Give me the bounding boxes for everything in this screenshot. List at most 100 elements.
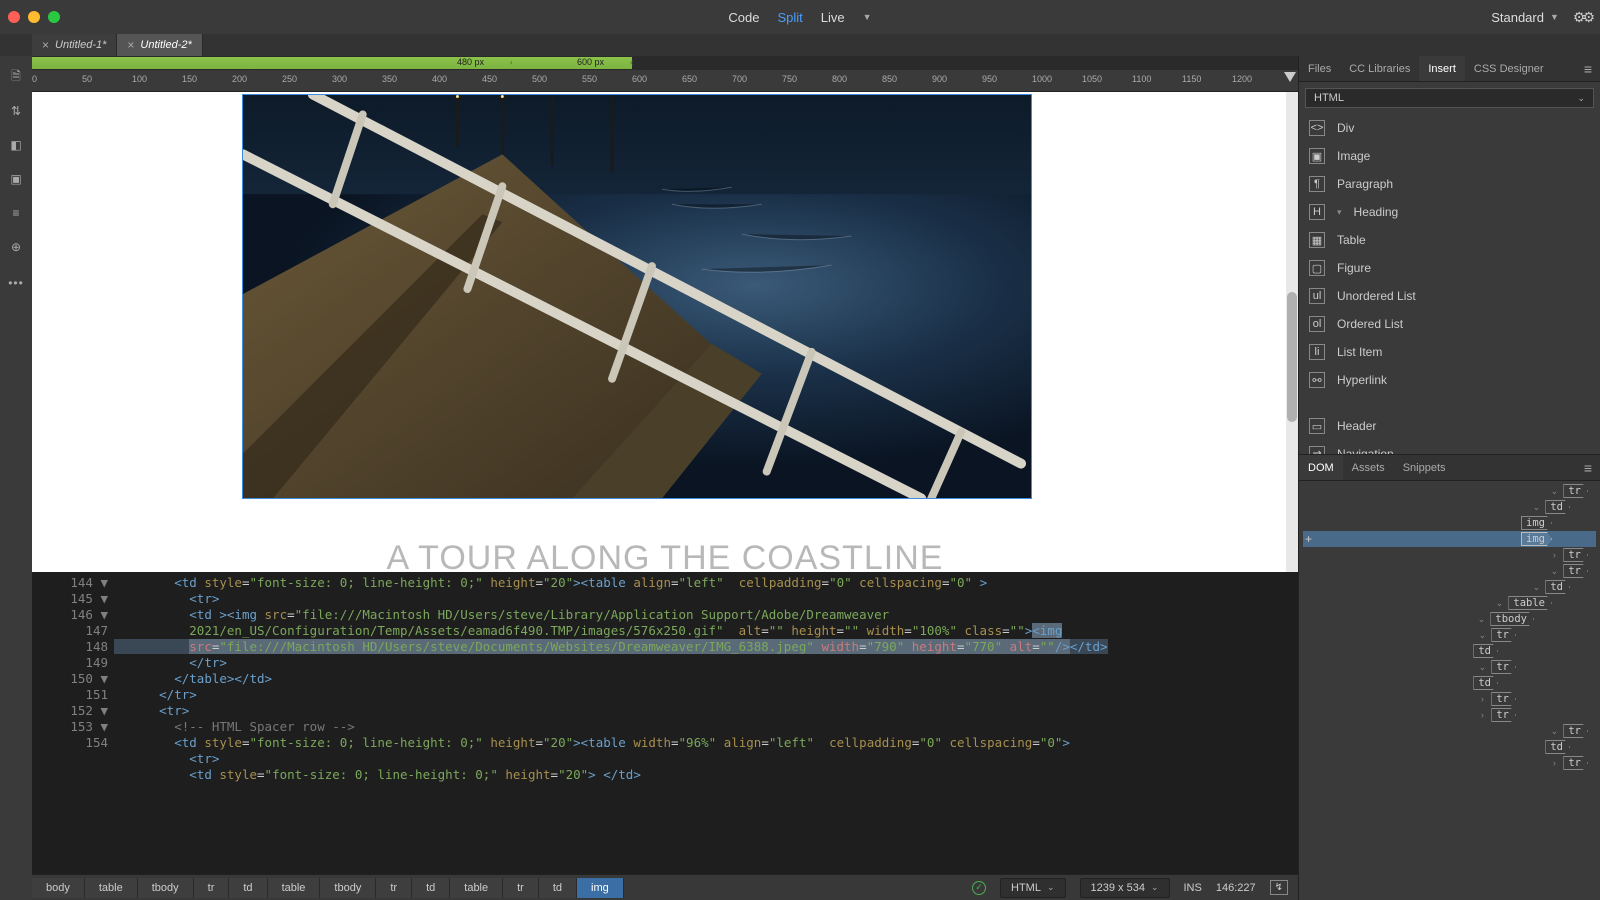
media-query-bar[interactable]: ‹‹‹‹ 480 px ‹‹‹‹ 600 px bbox=[32, 56, 1298, 70]
tag-path-chip[interactable]: td bbox=[229, 878, 267, 898]
panel-tab-snippets[interactable]: Snippets bbox=[1394, 455, 1455, 480]
panel-menu-icon[interactable]: ≡ bbox=[1576, 61, 1600, 77]
media-query-breakpoint[interactable]: ‹‹‹‹ 480 px bbox=[32, 57, 512, 69]
panel-tab-css-designer[interactable]: CSS Designer bbox=[1465, 56, 1553, 81]
tag-path-chip[interactable]: td bbox=[539, 878, 577, 898]
dom-tree-row[interactable]: ⌄table bbox=[1303, 595, 1596, 611]
expand-arrow-icon[interactable]: ⌄ bbox=[1549, 486, 1559, 497]
dom-tree-row[interactable]: ⌄tr bbox=[1303, 659, 1596, 675]
document-tab[interactable]: × Untitled-2* bbox=[117, 34, 202, 56]
expand-arrow-icon[interactable]: ⌄ bbox=[1494, 598, 1504, 609]
ruler[interactable]: 0501001502002503003504004505005506006507… bbox=[32, 70, 1298, 92]
settings-sliders-icon[interactable]: ⇅ bbox=[7, 102, 25, 120]
close-window-icon[interactable] bbox=[8, 11, 20, 23]
expand-arrow-icon[interactable]: ⌄ bbox=[1549, 726, 1559, 737]
chevron-down-icon[interactable]: ▼ bbox=[863, 12, 872, 22]
expand-arrow-icon[interactable]: ⌄ bbox=[1531, 582, 1541, 593]
dom-tree-row[interactable]: td bbox=[1303, 643, 1596, 659]
close-icon[interactable]: × bbox=[42, 38, 49, 52]
dom-tree-row[interactable]: img bbox=[1303, 515, 1596, 531]
expand-arrow-icon[interactable]: › bbox=[1477, 694, 1487, 704]
dom-tree-row[interactable]: ⌄tr bbox=[1303, 563, 1596, 579]
dom-tree-row[interactable]: ›tr bbox=[1303, 691, 1596, 707]
toggle-icon[interactable]: ◧ bbox=[7, 136, 25, 154]
insert-item[interactable]: ⇄Navigation bbox=[1299, 440, 1600, 454]
insert-item[interactable]: olOrdered List bbox=[1299, 310, 1600, 338]
dom-tree-row[interactable]: ⌄tr bbox=[1303, 627, 1596, 643]
tag-path-chip[interactable]: img bbox=[577, 878, 624, 898]
minimize-window-icon[interactable] bbox=[28, 11, 40, 23]
dom-tree-row[interactable]: ›tr bbox=[1303, 707, 1596, 723]
document-tab[interactable]: × Untitled-1* bbox=[32, 34, 117, 56]
file-icon[interactable]: 🗎 bbox=[7, 68, 25, 86]
insert-item[interactable]: liList Item bbox=[1299, 338, 1600, 366]
media-query-breakpoint[interactable]: ‹‹‹‹ 600 px bbox=[512, 57, 632, 69]
insert-item[interactable]: ▦Table bbox=[1299, 226, 1600, 254]
more-icon[interactable]: ••• bbox=[8, 276, 24, 290]
dom-tree-row[interactable]: ›tr bbox=[1303, 755, 1596, 771]
code-content[interactable]: <td style="font-size: 0; line-height: 0;… bbox=[32, 572, 1298, 783]
close-icon[interactable]: × bbox=[127, 38, 134, 52]
language-selector[interactable]: HTML ⌄ bbox=[1000, 878, 1066, 898]
tag-path-chip[interactable]: tr bbox=[503, 878, 539, 898]
code-editor[interactable]: 144 ▼145 ▼146 ▼ 147 148 149 150 ▼151 152… bbox=[32, 572, 1298, 874]
maximize-window-icon[interactable] bbox=[48, 11, 60, 23]
panel-tab-assets[interactable]: Assets bbox=[1343, 455, 1394, 480]
preview-icon[interactable]: ↯ bbox=[1270, 880, 1288, 895]
tag-path-chip[interactable]: tr bbox=[376, 878, 412, 898]
inspect-icon[interactable]: ▣ bbox=[7, 170, 25, 188]
tag-path-chip[interactable]: body bbox=[32, 878, 85, 898]
tag-path-chip[interactable]: table bbox=[450, 878, 503, 898]
expand-arrow-icon[interactable]: ⌄ bbox=[1477, 630, 1487, 641]
target-icon[interactable]: ⊕ bbox=[7, 238, 25, 256]
dom-tree-row[interactable]: ⌄tr bbox=[1303, 723, 1596, 739]
insert-item[interactable]: H▾Heading bbox=[1299, 198, 1600, 226]
hero-image[interactable] bbox=[242, 94, 1032, 499]
insert-item[interactable]: ¶Paragraph bbox=[1299, 170, 1600, 198]
scrollbar-thumb[interactable] bbox=[1287, 292, 1297, 422]
live-preview-canvas[interactable]: A TOUR ALONG THE COASTLINE WHERE WILL YO… bbox=[32, 92, 1298, 572]
expand-arrow-icon[interactable]: › bbox=[1549, 550, 1559, 560]
panel-tab-dom[interactable]: DOM bbox=[1299, 455, 1343, 480]
insert-item[interactable]: ▢Figure bbox=[1299, 254, 1600, 282]
insert-category-select[interactable]: HTML ⌄ bbox=[1305, 88, 1594, 108]
dom-tree[interactable]: ⌄tr⌄tdimg+img›tr⌄tr⌄td⌄table⌄tbody⌄trtd⌄… bbox=[1299, 481, 1600, 900]
list-icon[interactable]: ≡ bbox=[7, 204, 25, 222]
panel-tab-files[interactable]: Files bbox=[1299, 56, 1340, 81]
dom-tree-row[interactable]: ⌄td bbox=[1303, 579, 1596, 595]
expand-arrow-icon[interactable]: ⌄ bbox=[1477, 662, 1487, 673]
dom-tree-row[interactable]: +img bbox=[1303, 531, 1596, 547]
dom-tree-row[interactable]: ⌄tr bbox=[1303, 483, 1596, 499]
expand-arrow-icon[interactable]: ⌄ bbox=[1549, 566, 1559, 577]
viewport-size[interactable]: 1239 x 534 ⌄ bbox=[1080, 878, 1170, 898]
tag-path-chip[interactable]: table bbox=[268, 878, 321, 898]
expand-arrow-icon[interactable]: › bbox=[1477, 710, 1487, 720]
tag-path-chip[interactable]: td bbox=[412, 878, 450, 898]
add-element-icon[interactable]: + bbox=[1305, 532, 1319, 546]
dom-tree-row[interactable]: td bbox=[1303, 739, 1596, 755]
dom-tree-row[interactable]: td bbox=[1303, 675, 1596, 691]
view-mode-live[interactable]: Live bbox=[821, 10, 845, 25]
tag-path-chip[interactable]: tbody bbox=[320, 878, 376, 898]
validation-ok-icon[interactable]: ✓ bbox=[972, 881, 986, 895]
insert-item[interactable]: ▣Image bbox=[1299, 142, 1600, 170]
panel-menu-icon[interactable]: ≡ bbox=[1576, 460, 1600, 476]
panel-tab-cc-libraries[interactable]: CC Libraries bbox=[1340, 56, 1419, 81]
tag-path-chip[interactable]: tr bbox=[194, 878, 230, 898]
settings-icon[interactable]: ⚙⚙ bbox=[1573, 9, 1592, 26]
workspace-selector[interactable]: Standard ▼ bbox=[1491, 10, 1559, 25]
viewport-width-marker-icon[interactable] bbox=[1284, 72, 1296, 82]
vertical-scrollbar[interactable] bbox=[1286, 92, 1298, 572]
panel-tab-insert[interactable]: Insert bbox=[1419, 56, 1465, 81]
dom-tree-row[interactable]: ⌄td bbox=[1303, 499, 1596, 515]
view-mode-split[interactable]: Split bbox=[778, 10, 803, 25]
dom-tree-row[interactable]: ›tr bbox=[1303, 547, 1596, 563]
insert-item[interactable]: ▭Header bbox=[1299, 412, 1600, 440]
expand-arrow-icon[interactable]: ⌄ bbox=[1476, 614, 1486, 625]
tag-path-chip[interactable]: table bbox=[85, 878, 138, 898]
dom-tree-row[interactable]: ⌄tbody bbox=[1303, 611, 1596, 627]
expand-arrow-icon[interactable]: ⌄ bbox=[1531, 502, 1541, 513]
expand-arrow-icon[interactable]: › bbox=[1549, 758, 1559, 768]
insert-item[interactable]: ulUnordered List bbox=[1299, 282, 1600, 310]
insert-item[interactable]: ⚯Hyperlink bbox=[1299, 366, 1600, 394]
